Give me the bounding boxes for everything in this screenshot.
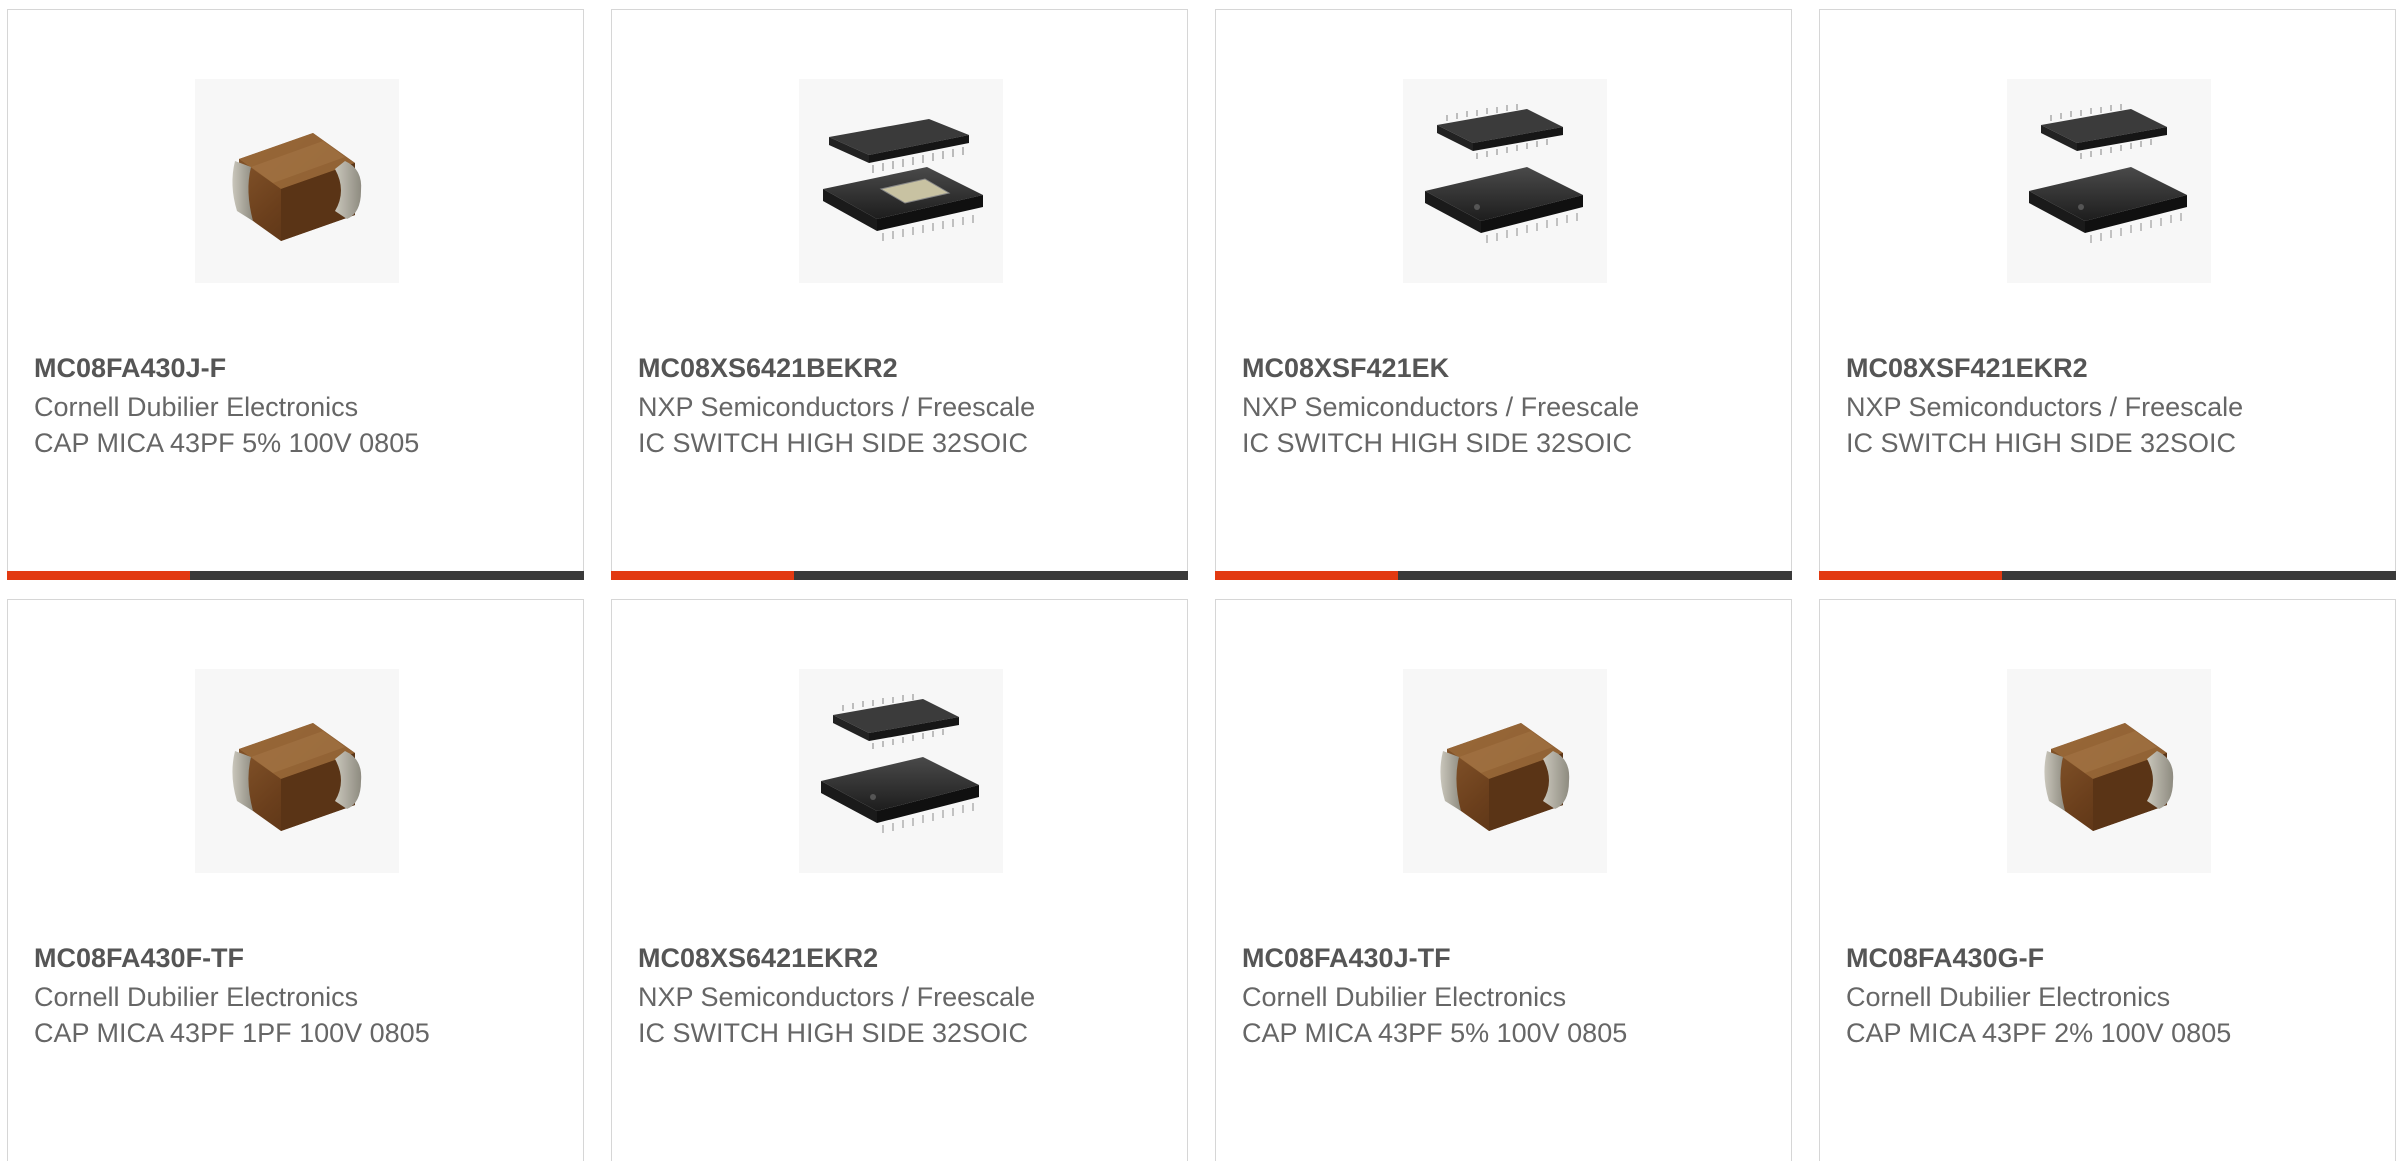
product-image[interactable] — [799, 79, 1003, 283]
product-description: IC SWITCH HIGH SIDE 32SOIC — [638, 428, 1029, 458]
product-image[interactable] — [2007, 79, 2211, 283]
product-card[interactable]: MC08XSF421EKR2 NXP Semiconductors / Free… — [1819, 9, 2396, 580]
product-image[interactable] — [195, 79, 399, 283]
card-footer-bar — [611, 571, 1188, 580]
manufacturer-name: NXP Semiconductors / Freescale — [638, 982, 1036, 1012]
product-image[interactable] — [2007, 669, 2211, 873]
product-image[interactable] — [799, 669, 1003, 873]
mica-capacitor-icon — [232, 723, 362, 831]
manufacturer-name: Cornell Dubilier Electronics — [34, 982, 359, 1012]
mica-capacitor-icon — [232, 133, 362, 241]
part-number[interactable]: MC08FA430J-TF — [1242, 942, 1451, 974]
product-card[interactable]: MC08FA430J-TF Cornell Dubilier Electroni… — [1215, 599, 1792, 1161]
card-footer-bar — [1819, 571, 2396, 580]
product-card[interactable]: MC08XS6421EKR2 NXP Semiconductors / Free… — [611, 599, 1188, 1161]
part-number[interactable]: MC08XSF421EK — [1242, 352, 1449, 384]
soic-chip-icon — [822, 118, 984, 242]
card-footer-accent — [7, 571, 190, 580]
manufacturer-name: NXP Semiconductors / Freescale — [638, 392, 1036, 422]
product-image[interactable] — [1403, 669, 1607, 873]
product-description: IC SWITCH HIGH SIDE 32SOIC — [1846, 428, 2237, 458]
soic-chip-icon — [820, 693, 980, 834]
product-description: CAP MICA 43PF 1PF 100V 0805 — [34, 1018, 430, 1048]
part-number[interactable]: MC08FA430F-TF — [34, 942, 244, 974]
card-footer-bar — [7, 571, 584, 580]
product-description: CAP MICA 43PF 2% 100V 0805 — [1846, 1018, 2232, 1048]
soic-chip-icon — [2028, 103, 2188, 244]
part-number[interactable]: MC08XS6421EKR2 — [638, 942, 878, 974]
manufacturer-name: Cornell Dubilier Electronics — [1242, 982, 1567, 1012]
mica-capacitor-icon — [1440, 723, 1570, 831]
manufacturer-name: NXP Semiconductors / Freescale — [1846, 392, 2244, 422]
product-description: IC SWITCH HIGH SIDE 32SOIC — [638, 1018, 1029, 1048]
product-card[interactable]: MC08XS6421BEKR2 NXP Semiconductors / Fre… — [611, 9, 1188, 580]
product-description: IC SWITCH HIGH SIDE 32SOIC — [1242, 428, 1633, 458]
mica-capacitor-icon — [2044, 723, 2174, 831]
manufacturer-name: Cornell Dubilier Electronics — [1846, 982, 2171, 1012]
card-footer-bar — [1215, 571, 1792, 580]
part-number[interactable]: MC08FA430G-F — [1846, 942, 2044, 974]
product-image[interactable] — [195, 669, 399, 873]
product-card[interactable]: MC08FA430J-F Cornell Dubilier Electronic… — [7, 9, 584, 580]
product-card[interactable]: MC08XSF421EK NXP Semiconductors / Freesc… — [1215, 9, 1792, 580]
product-image[interactable] — [1403, 79, 1607, 283]
soic-chip-icon — [1424, 103, 1584, 244]
product-grid: MC08FA430J-F Cornell Dubilier Electronic… — [0, 0, 2400, 1161]
product-description: CAP MICA 43PF 5% 100V 0805 — [1242, 1018, 1628, 1048]
part-number[interactable]: MC08FA430J-F — [34, 352, 226, 384]
product-card[interactable]: MC08FA430F-TF Cornell Dubilier Electroni… — [7, 599, 584, 1161]
part-number[interactable]: MC08XSF421EKR2 — [1846, 352, 2088, 384]
card-footer-accent — [1819, 571, 2002, 580]
card-footer-accent — [611, 571, 794, 580]
product-card[interactable]: MC08FA430G-F Cornell Dubilier Electronic… — [1819, 599, 2396, 1161]
card-footer-accent — [1215, 571, 1398, 580]
manufacturer-name: NXP Semiconductors / Freescale — [1242, 392, 1640, 422]
manufacturer-name: Cornell Dubilier Electronics — [34, 392, 359, 422]
part-number[interactable]: MC08XS6421BEKR2 — [638, 352, 898, 384]
product-description: CAP MICA 43PF 5% 100V 0805 — [34, 428, 420, 458]
